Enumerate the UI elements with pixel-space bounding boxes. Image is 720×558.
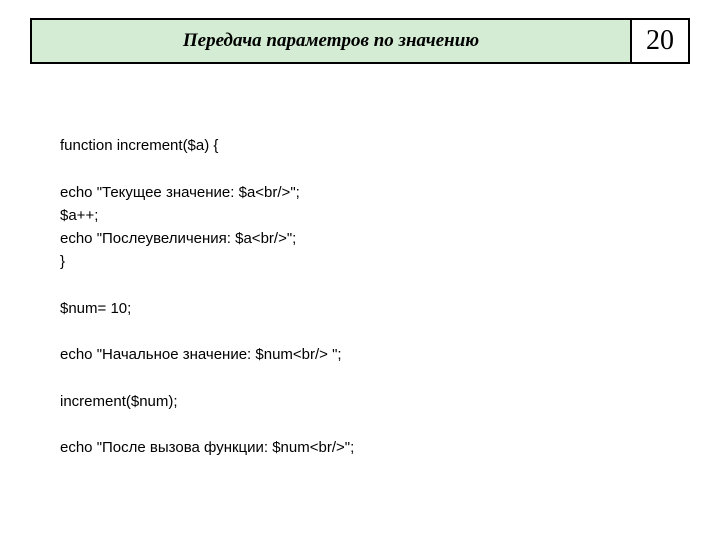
slide-title: Передача параметров по значению bbox=[32, 20, 632, 62]
code-line: $a++; bbox=[60, 207, 98, 224]
slide-header: Передача параметров по значению 20 bbox=[30, 18, 690, 64]
code-line: increment($num); bbox=[60, 393, 178, 410]
code-line: function increment($a) { bbox=[60, 137, 218, 154]
code-line: echo "Послеувеличения: $a<br/>"; bbox=[60, 230, 296, 247]
code-line: echo "Начальное значение: $num<br/> "; bbox=[60, 346, 342, 363]
code-line: echo "После вызова функции: $num<br/>"; bbox=[60, 439, 354, 456]
code-line: echo "Текущее значение: $a<br/>"; bbox=[60, 184, 300, 201]
code-line: $num= 10; bbox=[60, 300, 131, 317]
code-line: } bbox=[60, 253, 65, 270]
slide-number: 20 bbox=[632, 20, 688, 62]
code-listing: function increment($a) { echo "Текущее з… bbox=[60, 134, 720, 460]
